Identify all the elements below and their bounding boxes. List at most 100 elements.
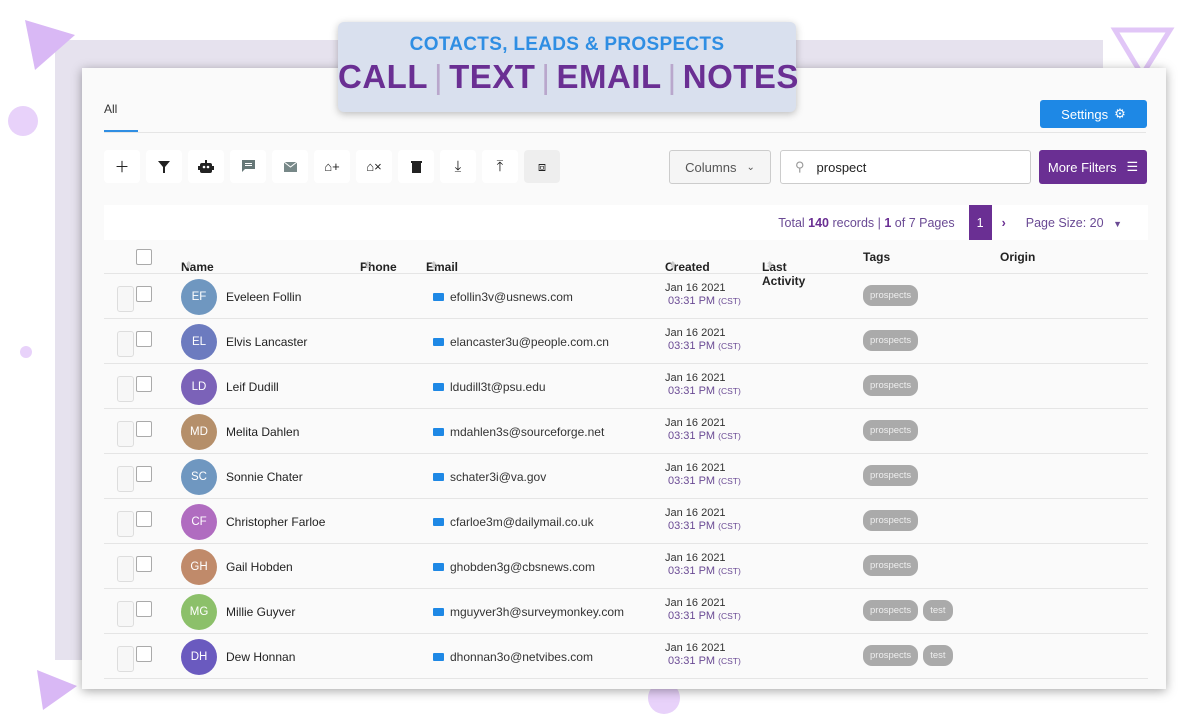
add-button[interactable]: ＋ <box>104 150 140 183</box>
table-row[interactable]: EL Elvis Lancaster elancaster3u@people.c… <box>104 319 1148 364</box>
envelope-icon <box>433 428 444 436</box>
drag-handle[interactable] <box>117 646 134 672</box>
contact-email[interactable]: schater3i@va.gov <box>433 470 546 484</box>
drag-handle[interactable] <box>117 331 134 357</box>
row-checkbox[interactable] <box>136 376 152 392</box>
banner-email: EMAIL <box>556 58 662 95</box>
tab-all[interactable]: All <box>104 102 138 132</box>
row-checkbox[interactable] <box>136 601 152 617</box>
contact-email[interactable]: elancaster3u@people.com.cn <box>433 335 609 349</box>
avatar: MG <box>181 594 217 630</box>
merge-button[interactable]: ⧈ <box>524 150 560 183</box>
contact-email[interactable]: ldudill3t@psu.edu <box>433 380 546 394</box>
created-date: Jan 16 2021 03:31 PM (CST) <box>665 597 741 622</box>
banner-title: CALL | TEXT | EMAIL | NOTES <box>338 58 799 95</box>
avatar: SC <box>181 459 217 495</box>
contact-name[interactable]: Sonnie Chater <box>226 470 303 484</box>
more-filters-button[interactable]: More Filters ☰ <box>1039 150 1147 184</box>
delete-button[interactable] <box>398 150 434 183</box>
caret-down-icon: ▼ <box>1113 218 1122 229</box>
tags-cell: prospects <box>863 420 919 441</box>
contact-name[interactable]: Millie Guyver <box>226 605 295 619</box>
add-tag-button[interactable]: ⌂+ <box>314 150 350 183</box>
table-row[interactable]: CF Christopher Farloe cfarloe3m@dailymai… <box>104 499 1148 544</box>
pagination-bar: Total 140 records | 1 of 7 Pages 1 › Pag… <box>104 205 1148 240</box>
tag-badge: test <box>923 645 953 666</box>
row-checkbox[interactable] <box>136 286 152 302</box>
table-row[interactable]: MD Melita Dahlen mdahlen3s@sourceforge.n… <box>104 409 1148 454</box>
drag-handle[interactable] <box>117 421 134 447</box>
row-checkbox[interactable] <box>136 421 152 437</box>
contact-email[interactable]: efollin3v@usnews.com <box>433 290 573 304</box>
drag-handle[interactable] <box>117 466 134 492</box>
contact-name[interactable]: Gail Hobden <box>226 560 293 574</box>
search-input[interactable] <box>816 159 997 175</box>
row-checkbox[interactable] <box>136 511 152 527</box>
created-date: Jan 16 2021 03:31 PM (CST) <box>665 462 741 487</box>
page-1-button[interactable]: 1 <box>968 205 992 240</box>
columns-dropdown[interactable]: Columns ⌄ <box>669 150 771 184</box>
drag-handle[interactable] <box>117 601 134 627</box>
select-all-checkbox[interactable] <box>136 249 152 265</box>
avatar: CF <box>181 504 217 540</box>
contact-email[interactable]: dhonnan3o@netvibes.com <box>433 650 593 664</box>
banner-call: CALL <box>338 58 428 95</box>
row-checkbox[interactable] <box>136 466 152 482</box>
tag-badge: prospects <box>863 285 919 306</box>
contact-name[interactable]: Eveleen Follin <box>226 290 301 304</box>
row-checkbox[interactable] <box>136 331 152 347</box>
drag-handle[interactable] <box>117 556 134 582</box>
contact-name[interactable]: Leif Dudill <box>226 380 279 394</box>
table-row[interactable]: EF Eveleen Follin efollin3v@usnews.com J… <box>104 274 1148 319</box>
automation-button[interactable] <box>188 150 224 183</box>
row-checkbox[interactable] <box>136 646 152 662</box>
drag-handle[interactable] <box>117 511 134 537</box>
tags-cell: prospects <box>863 330 919 351</box>
columns-label: Columns <box>685 159 737 175</box>
table-row[interactable]: MG Millie Guyver mguyver3h@surveymonkey.… <box>104 589 1148 634</box>
drag-handle[interactable] <box>117 376 134 402</box>
tag-remove-icon: ⌂× <box>366 159 382 174</box>
table-row[interactable]: DH Dew Honnan dhonnan3o@netvibes.com Jan… <box>104 634 1148 679</box>
table-row[interactable]: SC Sonnie Chater schater3i@va.gov Jan 16… <box>104 454 1148 499</box>
email-button[interactable] <box>272 150 308 183</box>
tag-badge: prospects <box>863 510 919 531</box>
header-tags: Tags <box>863 250 891 264</box>
remove-tag-button[interactable]: ⌂× <box>356 150 392 183</box>
envelope-icon <box>433 473 444 481</box>
contact-email[interactable]: ghobden3g@cbsnews.com <box>433 560 595 574</box>
banner-notes: NOTES <box>682 58 799 95</box>
robot-icon <box>198 159 214 173</box>
contact-email[interactable]: mdahlen3s@sourceforge.net <box>433 425 604 439</box>
table-row[interactable]: LD Leif Dudill ldudill3t@psu.edu Jan 16 … <box>104 364 1148 409</box>
tags-cell: prospects test <box>863 645 953 666</box>
export-button[interactable]: ⤒ <box>482 150 518 183</box>
created-date: Jan 16 2021 03:31 PM (CST) <box>665 642 741 667</box>
page-size-select[interactable]: Page Size: 20 ▼ <box>1026 216 1122 230</box>
settings-button[interactable]: Settings ⚙ <box>1040 100 1147 128</box>
contact-email[interactable]: cfarloe3m@dailymail.co.uk <box>433 515 594 529</box>
envelope-icon <box>433 383 444 391</box>
drag-handle[interactable] <box>117 286 134 312</box>
contact-name[interactable]: Dew Honnan <box>226 650 295 664</box>
filter-button[interactable] <box>146 150 182 183</box>
contact-name[interactable]: Elvis Lancaster <box>226 335 307 349</box>
header-origin: Origin <box>1000 250 1036 264</box>
contact-name[interactable]: Christopher Farloe <box>226 515 325 529</box>
sms-button[interactable] <box>230 150 266 183</box>
filter-icon <box>158 160 170 173</box>
envelope-icon <box>433 518 444 526</box>
row-checkbox[interactable] <box>136 556 152 572</box>
import-button[interactable]: ⤓ <box>440 150 476 183</box>
settings-label: Settings <box>1061 106 1109 122</box>
banner-text: TEXT <box>449 58 536 95</box>
tags-cell: prospects <box>863 510 919 531</box>
next-page-icon[interactable]: › <box>1002 216 1006 230</box>
contact-email[interactable]: mguyver3h@surveymonkey.com <box>433 605 624 619</box>
envelope-icon <box>433 338 444 346</box>
contact-name[interactable]: Melita Dahlen <box>226 425 299 439</box>
tags-cell: prospects <box>863 285 919 306</box>
table-row[interactable]: GH Gail Hobden ghobden3g@cbsnews.com Jan… <box>104 544 1148 589</box>
chevron-down-icon: ⌄ <box>746 161 755 173</box>
tag-add-icon: ⌂+ <box>324 159 340 174</box>
